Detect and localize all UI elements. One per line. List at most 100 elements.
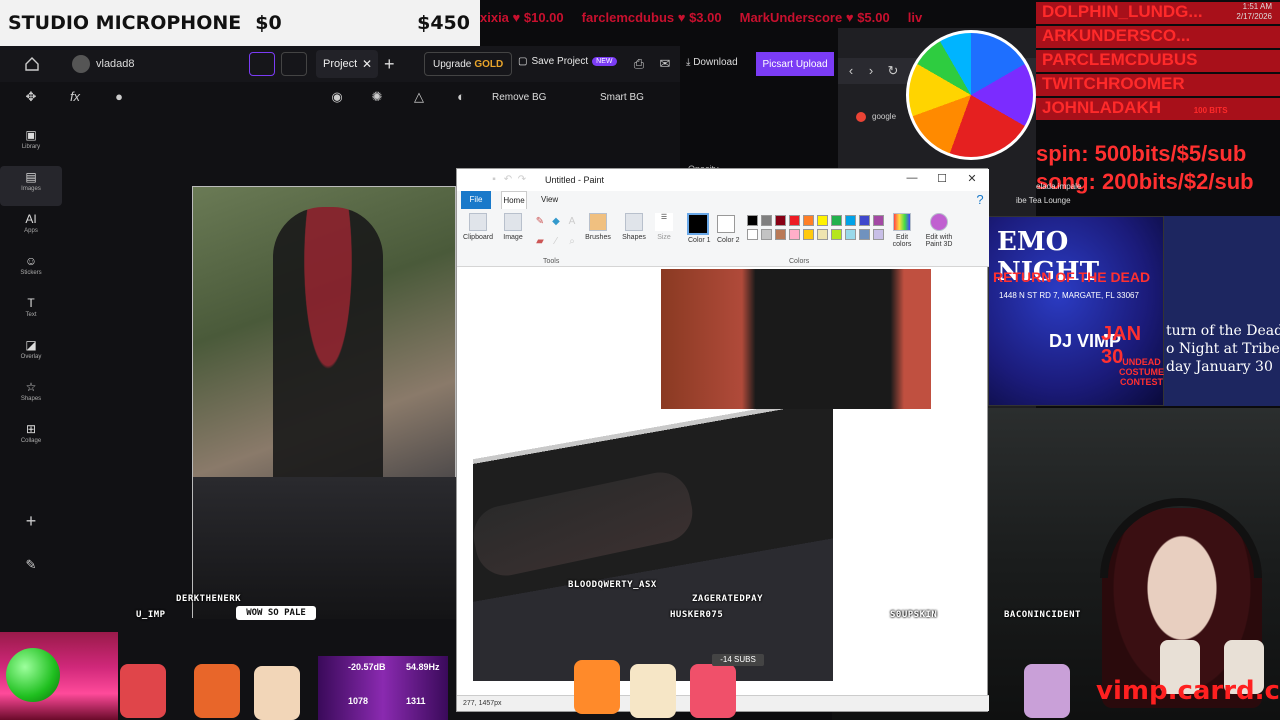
size-button[interactable]: ☰ Size	[653, 213, 675, 241]
alert-item: PARCLEMCDUBUS	[1036, 50, 1280, 72]
move-icon[interactable]: ✥	[22, 88, 40, 106]
palette-swatch[interactable]	[775, 229, 786, 240]
adjust-icon[interactable]: ✺	[368, 88, 386, 106]
effects-icon[interactable]: ●	[110, 88, 128, 106]
canvas-hair	[661, 269, 931, 409]
home-icon[interactable]	[24, 56, 40, 72]
user-chip[interactable]: vladad8	[72, 55, 135, 73]
close-icon[interactable]: ✕	[362, 57, 372, 71]
palette-swatch[interactable]	[803, 215, 814, 226]
back-icon[interactable]: ‹	[842, 62, 860, 80]
spin-wheel	[906, 30, 1036, 160]
color2-swatch[interactable]	[717, 215, 735, 233]
side-nav: ▣ Library ▤ Images AI Apps ☺ Stickers T Text …	[0, 118, 62, 638]
settings-button[interactable]	[281, 52, 307, 76]
audio-left: 1078	[348, 696, 369, 706]
layers-button[interactable]	[249, 52, 275, 76]
reload-icon[interactable]: ↻	[884, 62, 902, 80]
pet-sprite	[194, 664, 240, 718]
palette-swatch[interactable]	[831, 229, 842, 240]
sidebar-item-collage[interactable]: ⊞ Collage	[0, 418, 62, 458]
sidebar-item-stickers[interactable]: ☺ Stickers	[0, 250, 62, 290]
color2-label: Color 2	[717, 237, 740, 244]
brush-icon[interactable]: ✎	[22, 556, 40, 574]
chat-bubble: WOW SO PALE	[236, 606, 316, 620]
add-icon[interactable]: +	[22, 512, 40, 530]
palette-swatch[interactable]	[873, 229, 884, 240]
avatar	[72, 55, 90, 73]
tab-view[interactable]: View	[541, 191, 558, 209]
palette-swatch[interactable]	[817, 215, 828, 226]
sidebar-item-overlay[interactable]: ◪ Overlay	[0, 334, 62, 374]
audio-db: -20.57dB	[348, 662, 386, 672]
text-tool-icon[interactable]: A	[563, 213, 581, 231]
maximize-icon[interactable]: ☐	[935, 172, 949, 185]
palette-swatch[interactable]	[761, 229, 772, 240]
palette-swatch[interactable]	[789, 229, 800, 240]
audio-freq: 54.89Hz	[406, 662, 440, 672]
subs-badge: -14 SUBS	[712, 654, 764, 666]
image-button[interactable]: Image	[501, 213, 525, 241]
palette-swatch[interactable]	[761, 215, 772, 226]
print-icon[interactable]: ⎙	[630, 55, 648, 73]
goal-title: STUDIO MICROPHONE	[8, 12, 242, 34]
browser-user: elada.impale	[1036, 182, 1082, 191]
paint3d-button[interactable]: Edit with Paint 3D	[921, 213, 957, 248]
text-icon: T	[27, 296, 35, 310]
new-badge: NEW	[592, 57, 617, 66]
help-icon[interactable]: ?	[971, 191, 989, 209]
color1-swatch[interactable]	[687, 213, 709, 235]
tab-file[interactable]: File	[461, 191, 491, 209]
add-tab-icon[interactable]: +	[384, 54, 395, 75]
palette-swatch[interactable]	[845, 229, 856, 240]
tab-project[interactable]: Project ✕	[316, 50, 378, 78]
sidebar-item-images[interactable]: ▤ Images	[0, 166, 62, 206]
palette-swatch[interactable]	[747, 215, 758, 226]
library-icon: ▣	[25, 128, 37, 142]
shapes-button[interactable]: Shapes	[619, 213, 649, 241]
canvas-image[interactable]	[192, 186, 457, 619]
palette-swatch[interactable]	[789, 215, 800, 226]
contrast-icon[interactable]: ◐	[452, 88, 470, 106]
remove-bg-button[interactable]: Remove BG	[492, 92, 546, 103]
palette-swatch[interactable]	[803, 229, 814, 240]
sidebar-item-shapes[interactable]: ☆ Shapes	[0, 376, 62, 416]
palette-swatch[interactable]	[775, 215, 786, 226]
mail-icon[interactable]: ✉	[656, 55, 674, 73]
sidebar-item-text[interactable]: T Text	[0, 292, 62, 332]
sidebar-item-apps[interactable]: AI Apps	[0, 208, 62, 248]
download-button[interactable]: ⤓ Download	[686, 57, 738, 68]
upgrade-button[interactable]: Upgrade GOLD	[424, 52, 513, 76]
magnifier-icon[interactable]: ⌕	[563, 233, 581, 251]
brushes-button[interactable]: Brushes	[583, 213, 613, 241]
circle-icon[interactable]: ◉	[328, 88, 346, 106]
donation-item: farclemcdubus ♥ $3.00	[581, 10, 722, 25]
triangle-icon[interactable]: △	[410, 88, 428, 106]
stickers-icon: ☺	[24, 254, 38, 268]
overlay-icon: ◪	[25, 338, 37, 352]
palette-swatch[interactable]	[845, 215, 856, 226]
tools-group-label: Tools	[543, 258, 560, 265]
palette-swatch[interactable]	[817, 229, 828, 240]
palette-swatch[interactable]	[859, 229, 870, 240]
image-icon	[504, 213, 522, 231]
palette-swatch[interactable]	[747, 229, 758, 240]
fx-icon[interactable]: fx	[66, 88, 84, 106]
clipboard-button[interactable]: Clipboard	[461, 213, 495, 241]
picsart-upload-button[interactable]: Picsart Upload	[756, 52, 834, 76]
edit-colors-button[interactable]: Edit colors	[887, 213, 917, 248]
forward-icon[interactable]: ›	[862, 62, 880, 80]
minimize-icon[interactable]: —	[905, 172, 919, 184]
bookmark-google[interactable]: google	[872, 112, 896, 121]
smart-bg-button[interactable]: Smart BG	[600, 92, 644, 103]
sidebar-item-library[interactable]: ▣ Library	[0, 124, 62, 164]
palette-swatch[interactable]	[831, 215, 842, 226]
palette-swatch[interactable]	[859, 215, 870, 226]
palette-swatch[interactable]	[873, 215, 884, 226]
tab-home[interactable]: Home	[501, 191, 527, 209]
redo-icon[interactable]: ↷	[513, 171, 531, 189]
alert-item: ARKUNDERSCO...	[1036, 26, 1280, 48]
close-icon[interactable]: ✕	[965, 172, 979, 185]
color1-label: Color 1	[688, 237, 711, 244]
save-project-button[interactable]: ▢ Save Project NEW	[518, 56, 617, 67]
